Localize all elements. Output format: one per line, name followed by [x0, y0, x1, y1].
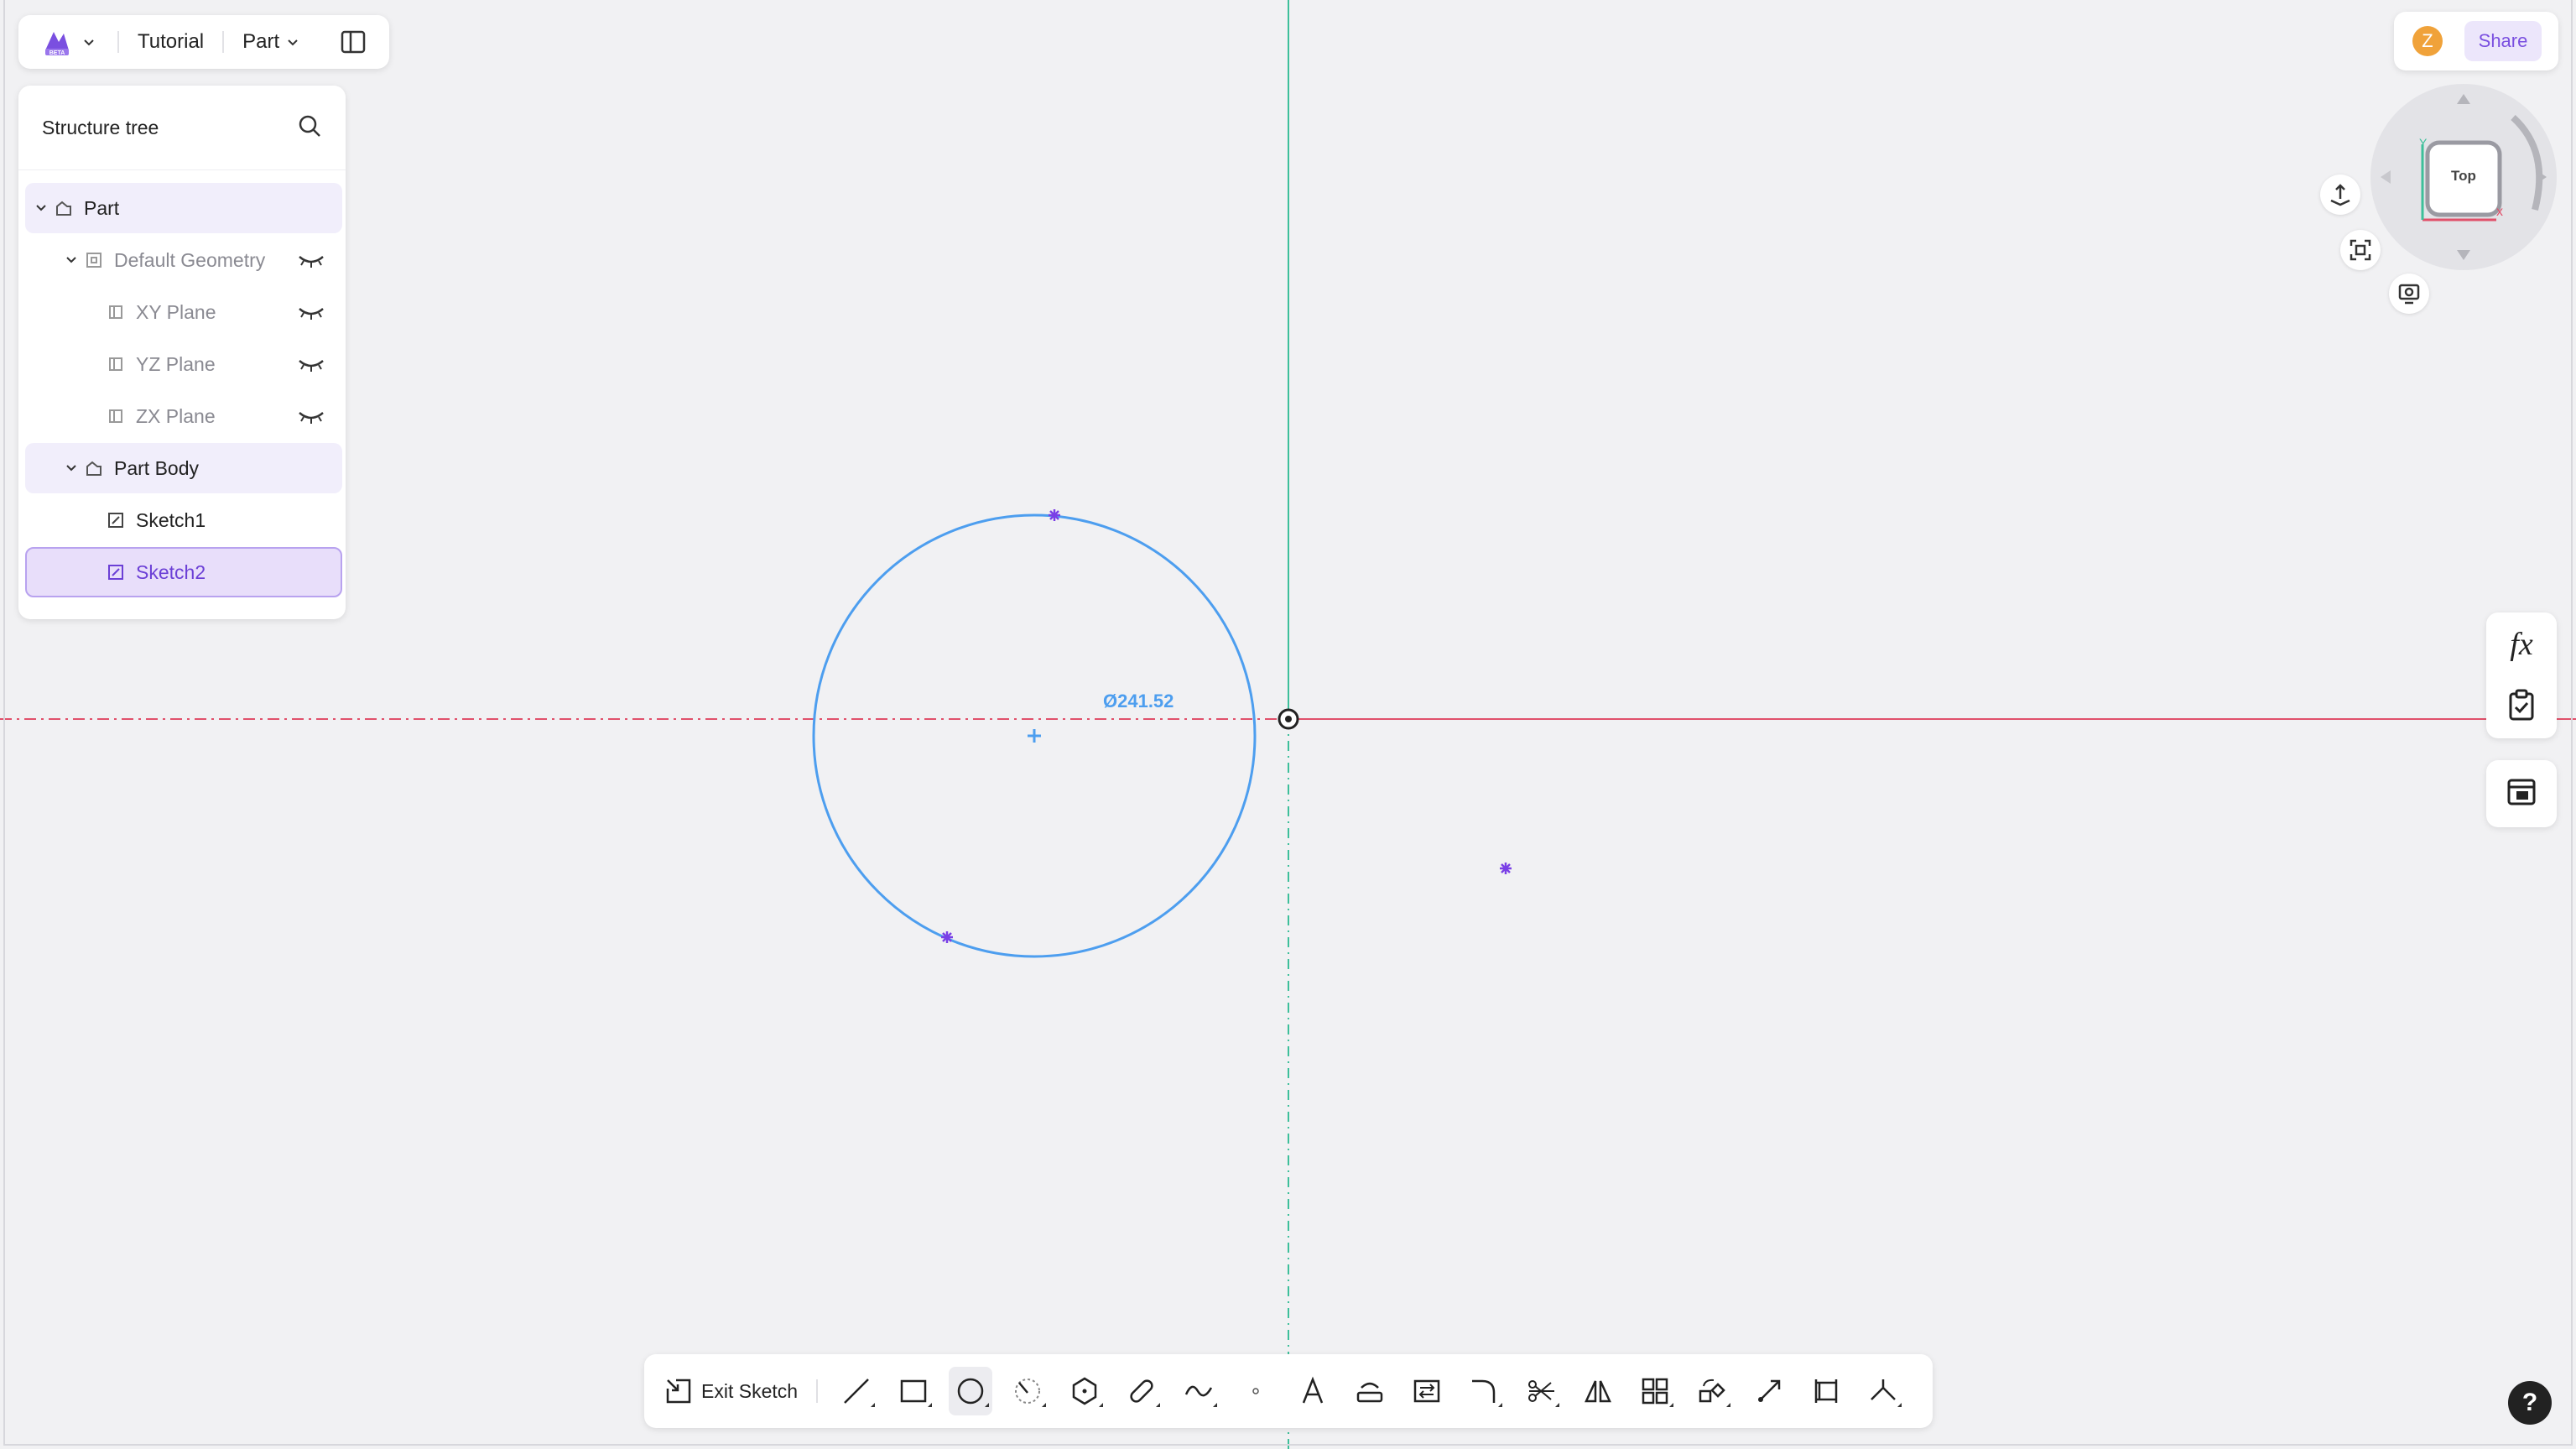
tree-item-label: Sketch1: [136, 508, 206, 531]
body-icon: [84, 458, 104, 478]
hidden-eye-icon[interactable]: [297, 302, 325, 322]
circle-center-point[interactable]: [1028, 729, 1041, 743]
origin-point[interactable]: [1278, 708, 1299, 730]
display-mode-icon[interactable]: [2389, 274, 2429, 314]
table-icon[interactable]: [2506, 777, 2537, 811]
right-rail-bottom: [2486, 760, 2557, 827]
app-logo[interactable]: BETA: [39, 23, 75, 60]
slot-tool[interactable]: [1120, 1367, 1163, 1415]
header-divider: [117, 31, 119, 53]
tree-item-default-geometry[interactable]: Default Geometry: [25, 235, 342, 285]
search-icon[interactable]: [297, 113, 322, 143]
header-divider: [222, 31, 225, 53]
chevron-down-icon[interactable]: [62, 251, 81, 269]
mode-label: Part: [242, 30, 280, 53]
exit-sketch-label: Exit Sketch: [701, 1379, 799, 1402]
tree-item-zx-plane[interactable]: ZX Plane: [25, 391, 342, 441]
share-button[interactable]: Share: [2464, 21, 2542, 61]
exit-sketch-icon: [666, 1379, 691, 1404]
pattern-tool[interactable]: [1633, 1367, 1677, 1415]
line-tool[interactable]: [835, 1367, 878, 1415]
arrow-down-icon[interactable]: [2457, 250, 2470, 260]
structure-tree-title: Structure tree: [42, 116, 159, 138]
part-icon: [54, 198, 74, 218]
tree-item-part-body[interactable]: Part Body: [25, 443, 342, 493]
mode-dropdown[interactable]: Part: [242, 30, 303, 54]
clipboard-check-icon[interactable]: [2507, 689, 2536, 725]
transform-tool[interactable]: [1690, 1367, 1734, 1415]
arrow-left-icon[interactable]: [2381, 170, 2391, 184]
tree-item-sketch2[interactable]: Sketch2: [25, 547, 342, 597]
document-name[interactable]: Tutorial: [138, 30, 204, 54]
structure-tree-header: Structure tree: [18, 86, 346, 170]
orient-view-icon[interactable]: [2320, 175, 2360, 215]
tree-item-label: Sketch2: [136, 560, 206, 583]
sketch-canvas[interactable]: Ø241.52: [0, 0, 2576, 1449]
hidden-eye-icon[interactable]: [297, 354, 325, 374]
rotate-arrow-icon[interactable]: [2511, 115, 2543, 211]
arc-tool[interactable]: [1006, 1367, 1049, 1415]
geometry-icon: [84, 250, 104, 270]
convert-tool[interactable]: [1405, 1367, 1449, 1415]
tree-item-label: Part Body: [114, 456, 199, 479]
diameter-dimension[interactable]: Ø241.52: [1103, 691, 1174, 711]
panel-layout-icon[interactable]: [336, 25, 370, 59]
plane-icon: [106, 406, 126, 426]
sketch-point-1[interactable]: [1049, 509, 1060, 521]
chevron-down-icon[interactable]: [62, 459, 81, 477]
tree-item-part[interactable]: Part: [25, 183, 342, 233]
constraint-tool[interactable]: [1861, 1367, 1905, 1415]
sketch-icon: [106, 510, 126, 530]
tree-item-yz-plane[interactable]: YZ Plane: [25, 339, 342, 389]
offset-tool[interactable]: [1348, 1367, 1392, 1415]
app-menu-chevron-down-icon[interactable]: [79, 32, 99, 52]
arrow-up-icon[interactable]: [2457, 94, 2470, 104]
text-tool[interactable]: [1291, 1367, 1335, 1415]
tree-item-label: XY Plane: [136, 300, 216, 323]
avatar[interactable]: Z: [2412, 26, 2443, 56]
mirror-tool[interactable]: [1576, 1367, 1620, 1415]
plane-icon: [106, 354, 126, 374]
formula-fx-icon[interactable]: fx: [2510, 626, 2532, 663]
tree-item-label: Part: [84, 196, 120, 219]
tree-item-label: ZX Plane: [136, 404, 216, 427]
fillet-tool[interactable]: [1462, 1367, 1506, 1415]
tree-item-sketch1[interactable]: Sketch1: [25, 495, 342, 545]
chevron-down-icon[interactable]: [32, 199, 50, 217]
dimension-tool[interactable]: [1804, 1367, 1848, 1415]
hidden-eye-icon[interactable]: [297, 250, 325, 270]
exit-sketch-button[interactable]: Exit Sketch: [664, 1377, 798, 1405]
axis-y-label: Y: [2419, 136, 2428, 149]
rectangle-tool[interactable]: [892, 1367, 935, 1415]
view-cube-label: Top: [2451, 168, 2476, 184]
sketch-toolbar: Exit Sketch: [644, 1354, 1933, 1428]
help-button[interactable]: ?: [2508, 1381, 2552, 1425]
spline-tool[interactable]: [1177, 1367, 1220, 1415]
svg-text:BETA: BETA: [49, 50, 65, 56]
sketch-point-2[interactable]: [941, 931, 953, 943]
tree-item-label: YZ Plane: [136, 352, 216, 375]
plane-icon: [106, 302, 126, 322]
axis-x-label: x: [2496, 205, 2503, 219]
tree-item-xy-plane[interactable]: XY Plane: [25, 287, 342, 337]
point-tool[interactable]: [1234, 1367, 1278, 1415]
polygon-tool[interactable]: [1063, 1367, 1106, 1415]
hidden-eye-icon[interactable]: [297, 406, 325, 426]
right-rail-top: fx: [2486, 612, 2557, 738]
structure-tree-panel: Structure tree Part Default Geometry XY …: [18, 86, 346, 619]
toolbar-divider: [816, 1379, 819, 1403]
zoom-fit-icon[interactable]: [2340, 230, 2381, 270]
header-bar: BETA Tutorial Part: [18, 15, 389, 69]
sketch-icon: [106, 562, 126, 582]
trim-tool[interactable]: [1519, 1367, 1563, 1415]
tree-item-label: Default Geometry: [114, 248, 266, 271]
sketch-point-3[interactable]: [1500, 863, 1512, 874]
share-panel: Z Share: [2394, 12, 2558, 70]
chevron-down-icon: [283, 32, 303, 52]
circle-tool[interactable]: [949, 1367, 993, 1415]
extend-tool[interactable]: [1747, 1367, 1791, 1415]
